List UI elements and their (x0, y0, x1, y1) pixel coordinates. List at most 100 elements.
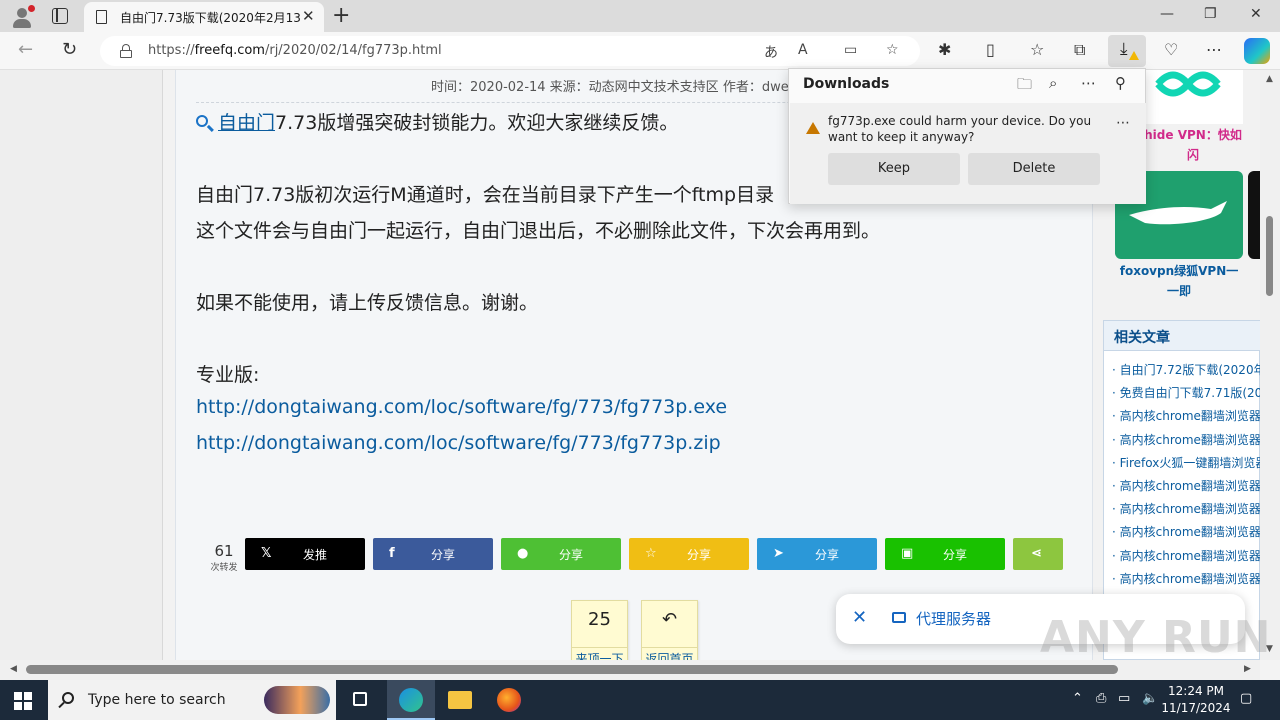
horizontal-scroll-thumb[interactable] (26, 665, 1118, 674)
url-field[interactable]: https://freefq.com/rj/2020/02/14/fg773p.… (100, 36, 920, 66)
back-icon[interactable]: ← (18, 39, 33, 60)
share-x-button[interactable]: 𝕏 发推 (245, 538, 365, 570)
downloads-button[interactable]: ⤓ (1108, 35, 1146, 67)
proxy-device-icon (892, 612, 906, 623)
url-text[interactable]: https://freefq.com/rj/2020/02/14/fg773p.… (148, 43, 442, 58)
article-meta: 时间：2020-02-14 来源：动态网中文技术支持区 作者：dweb (431, 80, 797, 95)
task-view-icon[interactable] (338, 680, 386, 720)
close-toast-icon[interactable]: ✕ (852, 607, 867, 628)
taskbar-search[interactable]: Type here to search (48, 680, 336, 720)
related-item[interactable]: · 高内核chrome翻墙浏览器 (1112, 547, 1260, 564)
network-icon[interactable]: ▭ (1118, 691, 1130, 706)
new-tab-icon[interactable]: + (332, 3, 350, 28)
collections-icon[interactable]: ⧉ (1074, 40, 1085, 60)
more-options-icon[interactable]: ⋯ (1081, 74, 1096, 92)
lock-icon[interactable] (120, 44, 132, 58)
related-item[interactable]: · 免费自由门下载7.71版(20 (1112, 384, 1260, 401)
edge-taskbar-icon[interactable] (387, 680, 435, 720)
share-count: 61 次转发 (210, 542, 238, 573)
close-tab-icon[interactable]: ✕ (302, 7, 315, 25)
pin-icon[interactable]: ⚲ (1115, 74, 1126, 92)
restore-icon[interactable]: ❐ (1204, 6, 1217, 22)
foxovpn-ad-label[interactable]: foxovpn绿狐VPN一一即 (1119, 261, 1239, 301)
upvote-label: 来顶一下 (572, 647, 627, 660)
search-downloads-icon[interactable]: ⌕ (1049, 74, 1057, 92)
share-wechat-button[interactable]: ● 分享 (501, 538, 621, 570)
vertical-scrollbar[interactable]: ▲ ▼ (1260, 70, 1280, 660)
item-more-icon[interactable]: ⋯ (1116, 115, 1130, 131)
search-highlight-image (264, 686, 330, 714)
related-item[interactable]: · 高内核chrome翻墙浏览器 (1112, 523, 1260, 540)
download-item: fg773p.exe could harm your device. Do yo… (790, 103, 1146, 204)
open-folder-icon[interactable]: 🗀 (1017, 74, 1032, 99)
delete-button[interactable]: Delete (968, 153, 1100, 185)
download-zip-link[interactable]: http://dongtaiwang.com/loc/software/fg/7… (196, 432, 721, 454)
settings-more-icon[interactable]: ⋯ (1206, 40, 1222, 59)
related-item[interactable]: · 高内核chrome翻墙浏览器 (1112, 431, 1260, 448)
share-facebook-button[interactable]: f 分享 (373, 538, 493, 570)
upvote-count: 25 (588, 609, 611, 630)
minimize-icon[interactable]: — (1160, 6, 1174, 22)
left-margin (0, 70, 163, 660)
scroll-up-icon[interactable]: ▲ (1266, 74, 1273, 84)
hide-vpn-ad-label[interactable]: hide VPN：快如闪 (1143, 125, 1243, 165)
ad-tile-partial[interactable] (1248, 171, 1260, 259)
copilot-icon[interactable] (1244, 38, 1270, 64)
download-warning-message: fg773p.exe could harm your device. Do yo… (828, 114, 1092, 144)
favorites-icon[interactable]: ☆ (1030, 40, 1044, 59)
related-item[interactable]: · 高内核chrome翻墙浏览器 (1112, 500, 1260, 517)
show-hidden-icons[interactable]: ⌃ (1072, 691, 1083, 706)
clock[interactable]: 12:24 PM 11/17/2024 (1156, 683, 1236, 717)
related-item[interactable]: · 高内核chrome翻墙浏览器 (1112, 570, 1260, 587)
device-icon[interactable]: ⎙ (1096, 691, 1106, 706)
extensions-icon[interactable]: ✱ (938, 40, 951, 59)
horizontal-scrollbar[interactable]: ◀ ▶ (0, 660, 1260, 680)
browser-essentials-icon[interactable]: ♡ (1164, 40, 1178, 59)
paragraph-first-run: 自由门7.73版初次运行M通道时，会在当前目录下产生一个ftmp目录 (196, 184, 775, 206)
related-item[interactable]: · 高内核chrome翻墙浏览器 (1112, 407, 1260, 424)
share-more-button[interactable]: ⋖ (1013, 538, 1063, 570)
tab-bar: 自由门7.73版下载(2020年2月13日 ✕ + — ❐ ✕ (0, 0, 1280, 32)
related-item[interactable]: · 自由门7.72版下载(2020年 (1112, 361, 1260, 378)
related-item[interactable]: · Firefox火狐一键翻墙浏览器 (1112, 454, 1260, 471)
favorite-star-icon[interactable]: ☆ (886, 42, 899, 58)
notifications-icon[interactable]: ▢ (1240, 691, 1252, 706)
tab-title: 自由门7.73版下载(2020年2月13日 (120, 11, 300, 25)
share-line-button[interactable]: ▣ 分享 (885, 538, 1005, 570)
refresh-icon[interactable]: ↻ (62, 39, 77, 60)
scroll-right-icon[interactable]: ▶ (1244, 664, 1251, 674)
download-warning-icon (1129, 51, 1139, 60)
freegate-link[interactable]: 自由门 (218, 112, 275, 134)
file-explorer-icon[interactable] (436, 680, 484, 720)
start-button[interactable] (14, 692, 32, 710)
home-button[interactable]: ↶ 返回首页 (641, 600, 698, 660)
share-telegram-button[interactable]: ➤ 分享 (757, 538, 877, 570)
ad-tile-partial[interactable] (1247, 70, 1260, 124)
address-bar: ← ↻ https://freefq.com/rj/2020/02/14/fg7… (0, 32, 1280, 70)
page-icon (96, 10, 107, 24)
scroll-left-icon[interactable]: ◀ (10, 664, 17, 674)
warning-icon (806, 122, 820, 134)
proxy-label[interactable]: 代理服务器 (916, 608, 991, 629)
upvote-button[interactable]: 25 来顶一下 (571, 600, 628, 660)
downloads-panel: Downloads 🗀 ⌕ ⋯ ⚲ fg773p.exe could harm … (788, 68, 1146, 204)
firefox-icon[interactable] (485, 680, 533, 720)
immersive-reader-icon[interactable]: ▭ (844, 42, 857, 58)
tab-actions-icon[interactable] (52, 8, 68, 24)
profile-icon[interactable] (10, 5, 35, 29)
browser-tab[interactable]: 自由门7.73版下载(2020年2月13日 ✕ (84, 2, 324, 32)
search-icon (196, 115, 208, 127)
return-icon: ↶ (661, 609, 678, 630)
vertical-scroll-thumb[interactable] (1266, 216, 1273, 296)
paragraph-feedback: 如果不能使用，请上传反馈信息。谢谢。 (196, 292, 539, 314)
split-screen-icon[interactable]: ▯ (986, 40, 995, 59)
download-exe-link[interactable]: http://dongtaiwang.com/loc/software/fg/7… (196, 396, 727, 418)
translate-icon[interactable]: あ (764, 42, 778, 62)
related-item[interactable]: · 高内核chrome翻墙浏览器 (1112, 477, 1260, 494)
read-aloud-icon[interactable]: A (798, 42, 808, 58)
search-icon (62, 692, 74, 704)
watermark: ANY RUN (1040, 612, 1272, 663)
share-star-button[interactable]: ☆ 分享 (629, 538, 749, 570)
close-window-icon[interactable]: ✕ (1250, 6, 1262, 22)
keep-button[interactable]: Keep (828, 153, 960, 185)
